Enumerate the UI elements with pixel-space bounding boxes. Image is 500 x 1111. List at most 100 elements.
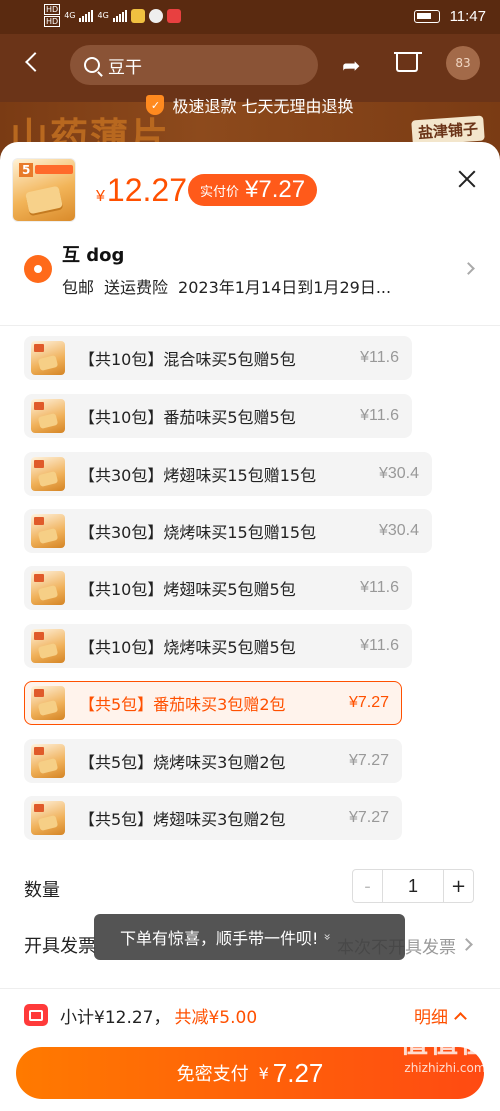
quantity-label: 数量 [24,880,60,901]
price-value: 12.27 [106,172,187,208]
real-price-badge: 实付价 ¥7.27 [188,174,318,206]
app-notification-icon [130,8,145,23]
sku-option-image [31,399,65,433]
status-left: HD HD 4G 4G [44,4,181,27]
toast-text: 下单有惊喜，顺手带一件呗! [120,929,319,948]
double-chevron-down-icon: » [321,933,336,941]
quantity-stepper[interactable]: - 1 + [352,869,474,903]
sku-option-price: ¥11.6 [360,579,399,596]
sku-option-price: ¥11.6 [360,637,399,654]
sku-option-price: ¥30.4 [378,465,419,482]
sku-option[interactable]: 【共5包】烤翅味买3包赠2包 ¥7.27 [24,796,402,840]
sku-sheet: 5 ¥ 12.27 实付价 ¥7.27 互 dog 包邮 送运费险 2023年1月1… [0,142,500,1111]
search-icon [84,57,100,73]
real-price-label: 实付价 [200,184,240,200]
signal-icon [79,9,94,22]
quantity-minus-button[interactable]: - [353,870,383,902]
background-brand-logo: 盐津铺子 [411,115,485,146]
shipping-info[interactable]: 包邮 送运费险 2023年1月14日到1月29日... [62,274,430,298]
subtotal-amount: 小计¥12.27， [60,1008,171,1028]
sku-option-name: 【共10包】混合味买5包赠5包 [79,350,296,369]
sku-option-image [31,629,65,663]
divider [0,325,500,326]
sku-option-image [31,801,65,835]
sku-option-price: ¥7.27 [348,694,389,711]
sku-option-image [31,744,65,778]
network-type-2: 4G [97,11,109,20]
sku-option-name: 【共10包】烧烤味买5包赠5包 [79,638,296,657]
price-symbol: ¥ [96,188,105,205]
sku-option-price: ¥7.27 [348,752,389,769]
sku-option-image [31,514,65,548]
sku-option[interactable]: 【共30包】烤翅味买15包赠15包 ¥30.4 [24,452,432,496]
pay-amount: 7.27 [272,1057,324,1088]
location-pin-icon [24,255,52,283]
shipping-free: 包邮 [62,278,95,297]
sku-option-image [31,341,65,375]
sku-option-image [31,686,65,720]
watermark: 值值值 zhizhizhi.com [400,1021,490,1075]
watermark-url: zhizhizhi.com [404,1061,486,1075]
invoice-chevron-right-icon[interactable] [460,938,473,951]
sku-option-name: 【共10包】番茄味买5包赠5包 [79,408,296,427]
pay-symbol: ¥ [258,1063,269,1083]
discount-amount: 共减¥5.00 [174,1008,258,1028]
sku-option-name: 【共5包】番茄味买3包赠2包 [79,695,286,714]
shipping-insurance: 送运费险 [104,278,169,297]
delivery-window: 2023年1月14日到1月29日... [178,278,392,297]
more-badge[interactable]: 83 [446,46,480,80]
sku-option-name: 【共5包】烤翅味买3包赠2包 [79,810,286,829]
shield-check-icon: ✓ [146,95,165,115]
top-nav: 豆干 ➦ 83 [0,40,500,94]
real-price-value: ¥7.27 [245,176,306,203]
sku-option[interactable]: 【共10包】烤翅味买5包赠5包 ¥11.6 [24,566,412,610]
thumb-product-shape [25,185,63,215]
back-icon[interactable] [25,52,45,72]
coupon-ticket-icon [24,1004,48,1026]
sku-option-price: ¥7.27 [348,809,389,826]
thumb-tag [35,165,73,174]
wechat-icon [148,8,163,23]
sku-option-name: 【共5包】烧烤味买3包赠2包 [79,753,286,772]
sku-option[interactable]: 【共10包】混合味买5包赠5包 ¥11.6 [24,336,412,380]
product-thumbnail[interactable]: 5 [12,158,76,222]
quantity-value[interactable]: 1 [383,870,443,902]
quantity-plus-button[interactable]: + [443,870,473,902]
watermark-logo: 值值值 [399,1026,490,1059]
address-chevron-right-icon[interactable] [462,262,475,275]
clock: 11:47 [449,8,486,25]
sku-option[interactable]: 【共30包】烧烤味买15包赠15包 ¥30.4 [24,509,432,553]
hd-badge-2: HD [44,16,61,27]
invoice-label[interactable]: 开具发票 [24,932,96,958]
status-bar: HD HD 4G 4G 11:47 [0,0,500,34]
sku-option-name: 【共10包】烤翅味买5包赠5包 [79,580,296,599]
subtotal: 小计¥12.27， 共减¥5.00 [60,1003,257,1028]
status-right: 11:47 [413,8,486,25]
sku-option-price: ¥11.6 [360,407,399,424]
network-type-1: 4G [64,11,76,20]
sku-option[interactable]: 【共10包】烧烤味买5包赠5包 ¥11.6 [24,624,412,668]
checkout-bar: 小计¥12.27， 共减¥5.00 明细 免密支付 ¥7.27 值值值 zhizh… [0,988,500,1111]
sku-option[interactable]: 【共10包】番茄味买5包赠5包 ¥11.6 [24,394,412,438]
promo-toast[interactable]: 下单有惊喜，顺手带一件呗! » [94,914,405,960]
app-notification-icon-2 [166,8,181,23]
sku-option-name: 【共30包】烧烤味买15包赠15包 [79,523,317,542]
sku-option-price: ¥11.6 [360,349,399,366]
refund-text: 极速退款 七天无理由退换 [172,97,354,116]
sku-option[interactable]: 【共5包】烧烤味买3包赠2包 ¥7.27 [24,739,402,783]
sku-option-price: ¥30.4 [378,522,419,539]
hd-badge: HD [44,4,61,15]
search-bar[interactable]: 豆干 [70,45,318,85]
close-icon[interactable] [456,168,478,190]
cart-icon[interactable] [394,52,422,72]
share-icon[interactable]: ➦ [342,54,360,79]
address-name[interactable]: 互 dog [62,241,124,267]
sku-option-image [31,457,65,491]
signal-icon-2 [112,9,127,22]
sku-option-image [31,571,65,605]
pay-label: 免密支付 [176,1064,249,1085]
search-text: 豆干 [108,57,142,78]
sku-option[interactable]: 【共5包】番茄味买3包赠2包 ¥7.27 [24,681,402,725]
refund-banner: ✓ 极速退款 七天无理由退换 [0,94,500,116]
battery-icon [413,10,440,23]
